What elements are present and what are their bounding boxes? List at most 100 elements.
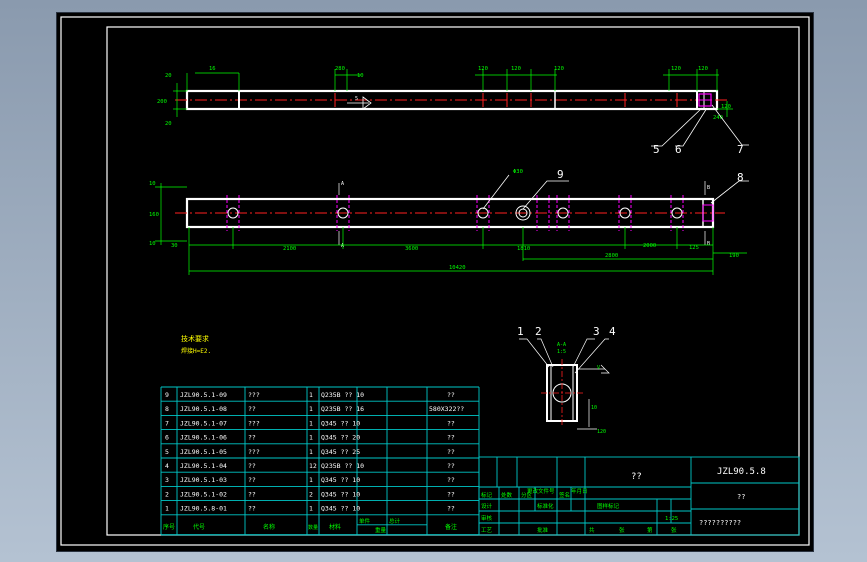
bom-cell-name: ?? xyxy=(248,505,256,513)
front-view: A A B B 10 160 10 30 2100 3600 1810 2800… xyxy=(149,168,749,275)
bom-cell-name: ?? xyxy=(248,490,256,498)
label-sheet: 共 xyxy=(589,526,595,534)
bom-cell-no: 9 xyxy=(165,391,169,399)
bom-cell-no: 4 xyxy=(165,462,169,470)
bom-cell-material: Q345 ?? 10 xyxy=(321,505,360,513)
bom-cell-qty: 1 xyxy=(309,476,313,484)
bom-cell-no: 5 xyxy=(165,448,169,456)
bom-cell-note: ?? xyxy=(447,490,455,498)
bom-cell-name: ??? xyxy=(248,391,260,399)
front-hole-dim: Φ30 xyxy=(513,169,523,175)
bom-cell-name: ?? xyxy=(248,462,256,470)
top-dim-left-3: 20 xyxy=(165,121,172,127)
label-date: 年月日 xyxy=(571,487,588,495)
top-dim-2: 280 xyxy=(335,66,345,72)
top-dim-left-1: 20 xyxy=(165,73,172,79)
bom-cell-name: ?? xyxy=(248,405,256,413)
cad-viewport[interactable]: 16 280 10 120 120 120 120 120 20 200 20 … xyxy=(56,12,814,552)
bom-cell-code: JZL90.5.8-01 xyxy=(180,505,227,513)
top-dim-8: 120 xyxy=(698,66,708,72)
label-sheet-unit: 张 xyxy=(619,526,625,534)
front-dim-bottom-7: 125 xyxy=(689,245,699,251)
technical-requirements: 技术要求 焊接H=E2. xyxy=(181,334,211,355)
label-change-doc: 更改文件号 xyxy=(527,487,555,495)
bom-cell-qty: 1 xyxy=(309,434,313,442)
section-dim-bottom: 120 xyxy=(597,429,606,435)
section-label-2: 2 xyxy=(535,325,542,338)
label-design: 设计 xyxy=(481,502,493,510)
bom-cell-material: Q345 ?? 10 xyxy=(321,419,360,427)
front-dim-bottom-6: 2000 xyxy=(643,243,656,249)
bom-cell-material: Q235B ?? 16 xyxy=(321,405,364,413)
label-mark: 标记 xyxy=(481,491,493,499)
bom-cell-note: 580X322?? xyxy=(429,405,464,413)
bom-cell-material: Q345 ?? 10 xyxy=(321,476,360,484)
section-mark-b-top: B xyxy=(707,185,710,191)
bom-cell-code: JZL90.5.1-08 xyxy=(180,405,227,413)
label-stage: 图样标记 xyxy=(597,502,620,510)
bom-cell-no: 2 xyxy=(165,490,169,498)
bom-cell-material: Q345 ?? 20 xyxy=(321,434,360,442)
top-dim-right-1: 120 xyxy=(721,104,731,110)
bom-cell-no: 3 xyxy=(165,476,169,484)
bom-cell-no: 6 xyxy=(165,434,169,442)
front-dim-bottom-8: 190 xyxy=(729,253,739,259)
bom-header-weight-single: 单件 xyxy=(359,517,371,525)
bom-cell-note: ?? xyxy=(447,462,455,470)
bom-header-weight-total: 总计 xyxy=(389,517,401,525)
bom-cell-qty: 1 xyxy=(309,448,313,456)
top-dim-3: 10 xyxy=(357,73,364,79)
section-weld-mark: V xyxy=(597,365,600,371)
section-mark-a-bottom: A xyxy=(341,243,344,249)
subtitle: ?? xyxy=(737,493,745,501)
title-block: JZL90.5.8 ?? ?? ?????????? 标记 处数 分区 更改文件… xyxy=(478,456,800,536)
company-name: ?????????? xyxy=(699,519,741,527)
svg-text:5: 5 xyxy=(355,96,358,102)
top-view: 16 280 10 120 120 120 120 120 20 200 20 … xyxy=(157,66,749,156)
bom-cell-code: JZL90.5.1-06 xyxy=(180,434,227,442)
bom-cell-qty: 2 xyxy=(309,490,313,498)
bom-cell-name: ??? xyxy=(248,419,260,427)
section-dim-side: 10 xyxy=(591,405,597,411)
bom-cell-qty: 1 xyxy=(309,505,313,513)
section-scale: 1:5 xyxy=(557,349,566,355)
bom-table: 9 JZL90.5.1-09??? 1 Q235B ?? 10 ?? 8 JZL90.5.1… xyxy=(160,386,480,536)
front-dim-bottom-3: 3600 xyxy=(405,246,418,252)
bom-cell-qty: 12 xyxy=(309,462,317,470)
bom-cell-note: ?? xyxy=(447,448,455,456)
front-dim-left-1: 10 xyxy=(149,181,156,187)
bom-cell-material: Q235B ?? 10 xyxy=(321,391,364,399)
bom-cell-qty: 1 xyxy=(309,391,313,399)
bom-cell-code: JZL90.5.1-09 xyxy=(180,391,227,399)
bom-header-name: 名称 xyxy=(263,523,275,531)
label-count: 处数 xyxy=(501,491,513,499)
bom-cell-code: JZL90.5.1-04 xyxy=(180,462,227,470)
section-label-3: 3 xyxy=(593,325,600,338)
section-label-1: 1 xyxy=(517,325,524,338)
front-total-length: 10420 xyxy=(449,265,466,271)
front-dim-left-3: 10 xyxy=(149,241,156,247)
callout-6: 6 xyxy=(675,143,682,156)
front-dim-bottom-5: 2800 xyxy=(605,253,618,259)
callout-7: 7 xyxy=(737,143,744,156)
front-dim-left-2: 160 xyxy=(149,212,159,218)
inner-frame xyxy=(106,26,800,536)
bom-cell-note: ?? xyxy=(447,476,455,484)
bom-cell-no: 7 xyxy=(165,419,169,427)
bom-cell-qty: 1 xyxy=(309,405,313,413)
label-review: 审核 xyxy=(481,514,493,522)
top-dim-left-2: 200 xyxy=(157,99,167,105)
callout-5: 5 xyxy=(653,143,660,156)
bom-header-no: 序号 xyxy=(163,523,175,531)
top-dim-7: 120 xyxy=(671,66,681,72)
bom-cell-material: Q345 ?? 10 xyxy=(321,490,360,498)
section-mark-a-top: A xyxy=(341,181,344,187)
bom-cell-code: JZL90.5.1-02 xyxy=(180,490,227,498)
front-dim-bottom-1: 30 xyxy=(171,243,178,249)
callout-8: 8 xyxy=(737,171,744,184)
section-mark-b-bottom: B xyxy=(707,241,710,247)
front-dim-bottom-4: 1810 xyxy=(517,246,530,252)
bom-cell-material: Q235B ?? 10 xyxy=(321,462,364,470)
label-standardize: 标准化 xyxy=(537,502,554,510)
scale-value: 1:25 xyxy=(665,516,678,522)
